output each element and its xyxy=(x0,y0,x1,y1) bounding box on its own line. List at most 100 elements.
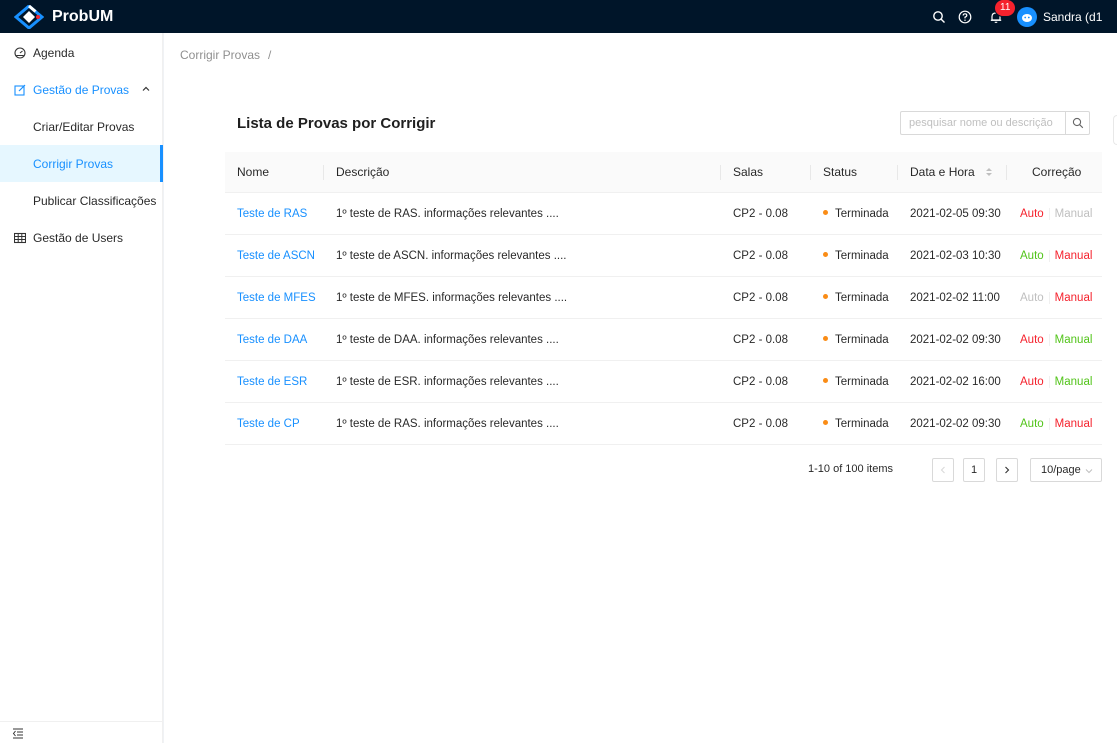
action-divider xyxy=(1048,375,1050,388)
status-badge: Terminada xyxy=(823,319,889,361)
pagination-page-1[interactable]: 1 xyxy=(963,458,985,482)
correcao-actions: Auto Manual xyxy=(1020,361,1092,403)
top-header: ProbUM 11 Sandra (d1 xyxy=(0,0,1117,33)
prova-name-link[interactable]: Teste de ASCN xyxy=(237,235,315,277)
manual-correction-link[interactable]: Manual xyxy=(1055,418,1093,430)
table-row: Teste de DAA 1º teste de DAA. informações… xyxy=(225,319,1102,361)
brand-name: ProbUM xyxy=(52,7,114,25)
pagination-next-button[interactable] xyxy=(996,458,1018,482)
prova-salas: CP2 - 0.08 xyxy=(733,334,788,346)
sidebar-item-gestao-users[interactable]: Gestão de Users xyxy=(0,219,163,256)
status-text: Terminada xyxy=(835,418,889,430)
edge-handle xyxy=(1113,115,1117,145)
prova-salas: CP2 - 0.08 xyxy=(733,250,788,262)
column-divider xyxy=(897,165,898,180)
status-text: Terminada xyxy=(835,334,889,346)
menu-fold-icon xyxy=(12,728,23,738)
manual-correction-link[interactable]: Manual xyxy=(1055,376,1093,388)
status-dot xyxy=(823,336,828,342)
breadcrumb-item[interactable]: Corrigir Provas xyxy=(180,48,260,62)
column-header-salas: Salas xyxy=(733,165,764,179)
action-divider xyxy=(1048,207,1050,220)
main-content: Corrigir Provas / Lista de Provas por Cor… xyxy=(164,33,1117,743)
manual-correction-link[interactable]: Manual xyxy=(1055,292,1093,304)
prova-name-link[interactable]: Teste de ESR xyxy=(237,361,307,403)
auto-correction-link[interactable]: Auto xyxy=(1020,250,1044,262)
auto-correction-link: Auto xyxy=(1020,292,1044,304)
collapse-sidebar-button[interactable] xyxy=(0,721,163,743)
notifications-button[interactable]: 11 xyxy=(983,0,1016,33)
search-icon xyxy=(1072,117,1083,129)
page-title: Lista de Provas por Corrigir xyxy=(237,115,436,132)
auto-correction-link[interactable]: Auto xyxy=(1020,376,1044,388)
prova-salas: CP2 - 0.08 xyxy=(733,292,788,304)
provas-table: Nome Descrição Salas Status Data e Hora … xyxy=(225,152,1102,445)
dashboard-icon xyxy=(14,46,26,59)
avatar[interactable] xyxy=(1017,6,1037,27)
action-divider xyxy=(1048,249,1050,262)
prova-datetime: 2021-02-02 16:00 xyxy=(910,376,1001,388)
status-badge: Terminada xyxy=(823,403,889,445)
edit-icon xyxy=(14,84,26,96)
breadcrumb-separator: / xyxy=(268,48,272,62)
sidebar-item-label: Gestão de Users xyxy=(33,230,124,245)
page-size-select[interactable]: 10/page xyxy=(1030,458,1102,482)
sidebar-item-label: Gestão de Provas xyxy=(33,82,130,97)
page-size-value: 10/page xyxy=(1041,464,1081,476)
sidebar-item-corrigir[interactable]: Corrigir Provas xyxy=(0,145,163,182)
user-name[interactable]: Sandra (d1 xyxy=(1043,10,1117,24)
manual-correction-link[interactable]: Manual xyxy=(1055,250,1093,262)
prova-name-link[interactable]: Teste de MFES xyxy=(237,277,316,319)
prova-name-link[interactable]: Teste de RAS xyxy=(237,193,307,235)
auto-correction-link[interactable]: Auto xyxy=(1020,334,1044,346)
user-avatar-icon xyxy=(1022,13,1032,22)
column-divider xyxy=(720,165,721,180)
search-button[interactable] xyxy=(1065,111,1090,135)
correcao-actions: Auto Manual xyxy=(1020,403,1092,445)
status-dot xyxy=(823,210,828,216)
status-text: Terminada xyxy=(835,250,889,262)
sort-icon[interactable] xyxy=(985,166,993,178)
action-divider xyxy=(1048,291,1050,304)
prova-description: 1º teste de ESR. informações relevantes … xyxy=(336,376,559,388)
correcao-actions: Auto Manual xyxy=(1020,235,1092,277)
column-header-descricao: Descrição xyxy=(336,165,390,179)
pagination-total: 1-10 of 100 items xyxy=(808,463,893,475)
sidebar-item-publicar[interactable]: Publicar Classificações xyxy=(0,182,163,219)
prova-description: 1º teste de RAS. informações relevantes … xyxy=(336,208,559,220)
status-dot xyxy=(823,420,828,426)
correcao-actions: Auto Manual xyxy=(1020,277,1092,319)
chevron-right-icon xyxy=(1005,466,1010,474)
sidebar-item-criar-editar[interactable]: Criar/Editar Provas xyxy=(0,108,163,145)
manual-correction-link[interactable]: Manual xyxy=(1055,334,1093,346)
prova-description: 1º teste de RAS. informações relevantes … xyxy=(336,418,559,430)
prova-datetime: 2021-02-03 10:30 xyxy=(910,250,1001,262)
status-dot xyxy=(823,294,828,300)
prova-datetime: 2021-02-02 09:30 xyxy=(910,418,1001,430)
table-row: Teste de ASCN 1º teste de ASCN. informaçõ… xyxy=(225,235,1102,277)
action-divider xyxy=(1048,333,1050,346)
table-row: Teste de CP 1º teste de RAS. informações … xyxy=(225,403,1102,445)
sidebar-item-gestao-provas[interactable]: Gestão de Provas xyxy=(0,71,163,108)
help-icon[interactable] xyxy=(953,0,977,33)
prova-name-link[interactable]: Teste de CP xyxy=(237,403,300,445)
app-logo[interactable]: ProbUM xyxy=(0,0,113,33)
pagination-prev-button[interactable] xyxy=(932,458,954,482)
column-divider xyxy=(323,165,324,180)
prova-description: 1º teste de MFES. informações relevantes… xyxy=(336,292,568,304)
search-input[interactable] xyxy=(900,111,1065,135)
prova-datetime: 2021-02-02 09:30 xyxy=(910,334,1001,346)
correcao-actions: Auto Manual xyxy=(1020,319,1092,361)
column-header-data[interactable]: Data e Hora xyxy=(910,152,975,193)
correcao-actions: Auto Manual xyxy=(1020,193,1092,235)
auto-correction-link[interactable]: Auto xyxy=(1020,208,1044,220)
prova-datetime: 2021-02-05 09:30 xyxy=(910,208,1001,220)
search-icon[interactable] xyxy=(927,0,951,33)
table-row: Teste de RAS 1º teste de RAS. informações… xyxy=(225,193,1102,235)
prova-description: 1º teste de DAA. informações relevantes … xyxy=(336,334,559,346)
manual-correction-link: Manual xyxy=(1054,208,1093,220)
auto-correction-link[interactable]: Auto xyxy=(1020,418,1044,430)
prova-name-link[interactable]: Teste de DAA xyxy=(237,319,307,361)
prova-salas: CP2 - 0.08 xyxy=(733,376,788,388)
sidebar-item-agenda[interactable]: Agenda xyxy=(0,34,163,71)
